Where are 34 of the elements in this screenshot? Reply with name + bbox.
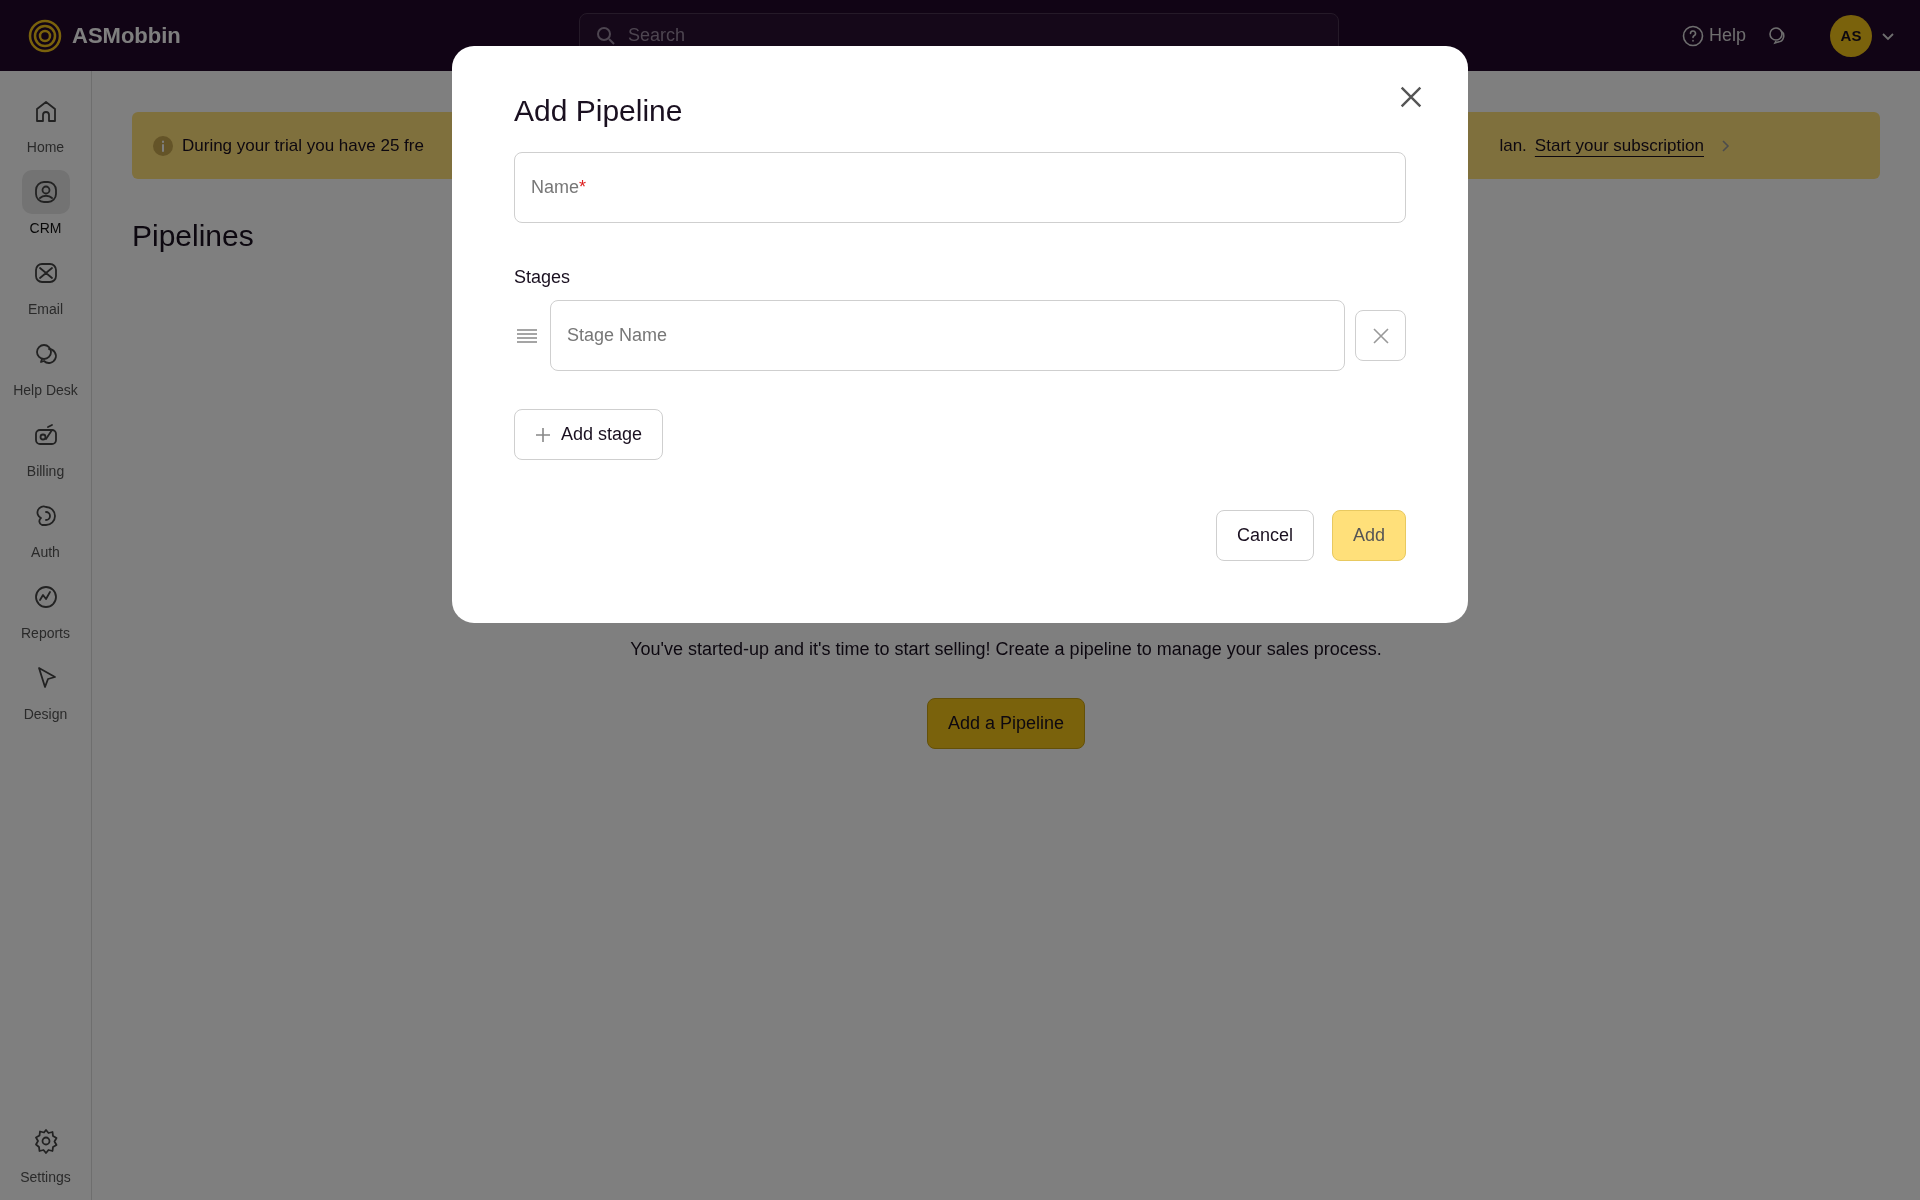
question-mark-icon [1680,23,1705,48]
stage-name-field[interactable]: Stage Name [550,300,1345,371]
name-field[interactable]: Name* [514,152,1406,223]
sidebar-item[interactable]: Reports [3,575,88,656]
cancel-button[interactable]: Cancel [1215,510,1314,561]
plus-icon [535,426,551,443]
sidebar-item[interactable]: Home [3,89,88,170]
sidebar-item[interactable]: Email [3,251,88,332]
concentric-rings-icon [28,18,62,53]
sidebar-item[interactable]: Billing [3,413,88,494]
subscription-link[interactable]: Start your subscription [1534,135,1704,156]
sidebar-item[interactable]: Design [3,656,88,737]
close-icon [1371,326,1390,345]
account-menu[interactable]: AS [1830,14,1896,57]
banner-text: During your trial you have 25 fre [182,135,424,156]
search-input[interactable]: Search [626,24,1322,47]
sidebar-item[interactable]: CRM [3,170,88,251]
section-label: Stages [514,267,572,288]
avatar: AS [1830,14,1872,57]
sidebar-item[interactable]: Settings [3,1119,88,1200]
search-icon [596,25,616,46]
sidebar-item[interactable]: Auth [3,494,88,575]
add-stage-button[interactable]: Add stage [514,409,664,460]
close-icon [1399,85,1423,109]
banner-text: lan. [1499,135,1527,156]
add-button[interactable]: Add [1331,510,1406,561]
empty-state-message: You've started-up and it's time to start selling! Create a pipeline to manage your sales process. [630,639,1382,660]
sidebar-item[interactable]: Help Desk [3,332,88,413]
info-icon [152,134,174,157]
dialog-title: Add Pipeline [514,94,684,128]
add-pipeline-button[interactable]: Add a Pipeline [926,698,1086,749]
help-link[interactable]: Help [1680,23,1746,48]
app-name: ASMobbin [72,22,181,49]
page-title: Pipelines [132,219,255,253]
